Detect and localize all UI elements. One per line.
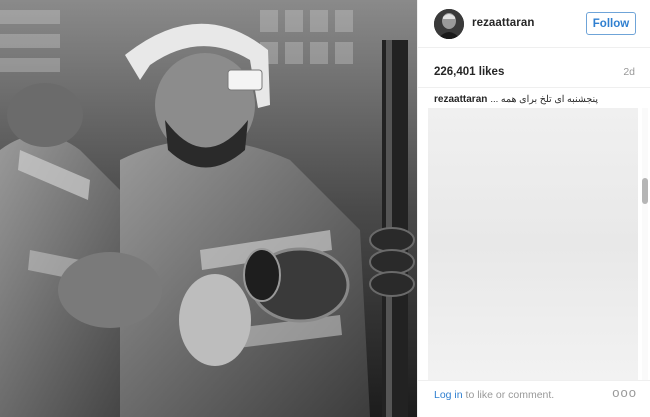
post-header: rezaattaran Follow <box>418 0 650 48</box>
login-link[interactable]: Log in <box>434 389 463 401</box>
post-footer: Log in to like or comment. ooo <box>418 380 650 417</box>
follow-button[interactable]: Follow <box>586 12 636 35</box>
username-link[interactable]: rezaattaran <box>472 17 534 29</box>
comments-area <box>428 108 638 380</box>
post-caption: rezaattaran پنجشنبه ای تلخ برای همه ... <box>434 94 638 105</box>
avatar[interactable] <box>434 9 464 39</box>
login-prompt: Log in to like or comment. <box>434 389 554 401</box>
post-stats: 226,401 likes 2d <box>418 48 650 88</box>
more-options-button[interactable]: ooo <box>612 385 637 400</box>
comments-scrollbar-thumb[interactable] <box>642 178 648 204</box>
avatar-icon <box>434 9 464 39</box>
likes-count[interactable]: 226,401 likes <box>434 66 504 78</box>
post-sidebar: rezaattaran Follow 226,401 likes 2d reza… <box>417 0 650 417</box>
caption-text: پنجشنبه ای تلخ برای همه ... <box>490 94 598 105</box>
caption-username-link[interactable]: rezaattaran <box>434 94 487 105</box>
login-prompt-text: to like or comment. <box>462 389 555 401</box>
comments-scrollbar-track[interactable] <box>642 108 648 380</box>
post-photo[interactable] <box>0 0 417 417</box>
photo-firefighters <box>0 0 417 417</box>
post-age[interactable]: 2d <box>623 66 635 78</box>
